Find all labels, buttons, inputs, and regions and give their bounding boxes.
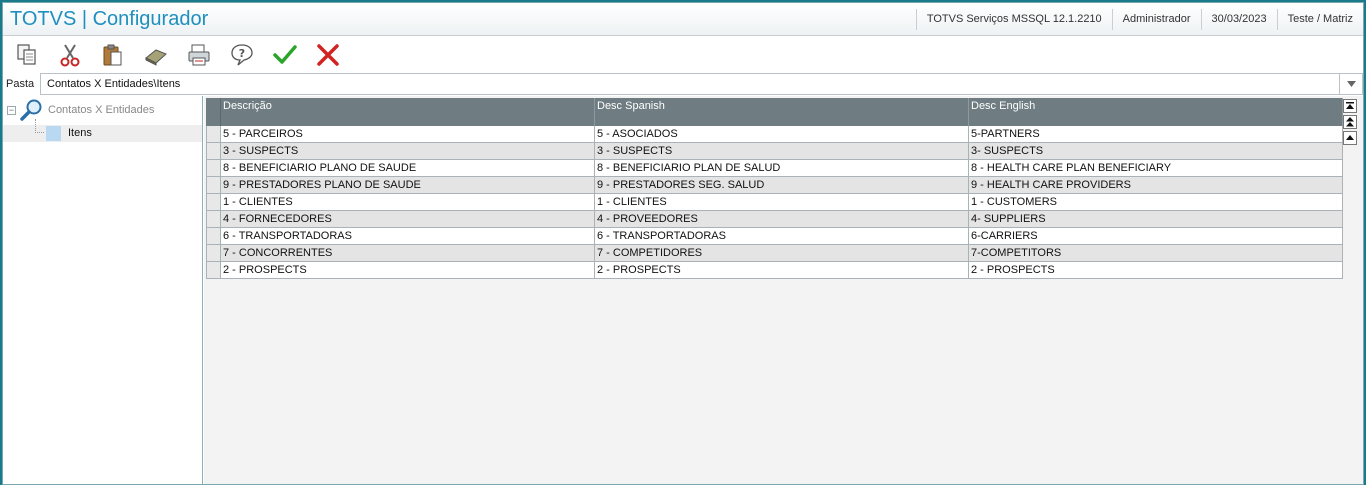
data-grid: Descrição Desc Spanish Desc English 5 - … bbox=[206, 98, 1343, 279]
cell-desc-english[interactable]: 5-PARTNERS bbox=[969, 126, 1343, 142]
table-row[interactable]: 9 - PRESTADORES PLANO DE SAUDE 9 - PREST… bbox=[206, 177, 1343, 194]
row-selector[interactable] bbox=[206, 143, 221, 159]
cell-descricao[interactable]: 6 - TRANSPORTADORAS bbox=[221, 228, 595, 244]
chevron-down-icon bbox=[1346, 81, 1356, 87]
table-row[interactable]: 8 - BENEFICIARIO PLANO DE SAUDE 8 - BENE… bbox=[206, 160, 1343, 177]
cell-desc-spanish[interactable]: 3 - SUSPECTS bbox=[595, 143, 969, 159]
cell-desc-spanish[interactable]: 7 - COMPETIDORES bbox=[595, 245, 969, 261]
column-header-desc-english[interactable]: Desc English bbox=[969, 98, 1343, 126]
double-arrow-up-icon bbox=[1346, 117, 1354, 127]
app-window: TOTVS | Configurador TOTVS Serviços MSSQ… bbox=[2, 2, 1364, 485]
column-header-descricao[interactable]: Descrição bbox=[221, 98, 595, 126]
cell-descricao[interactable]: 3 - SUSPECTS bbox=[221, 143, 595, 159]
cell-desc-spanish[interactable]: 8 - BENEFICIARIO PLAN DE SALUD bbox=[595, 160, 969, 176]
row-selector[interactable] bbox=[206, 126, 221, 142]
cell-desc-english[interactable]: 2 - PROSPECTS bbox=[969, 262, 1343, 278]
print-button[interactable] bbox=[181, 39, 217, 71]
paste-icon bbox=[103, 44, 122, 66]
row-selector[interactable] bbox=[206, 211, 221, 227]
tree-connector bbox=[35, 119, 44, 133]
app-title: TOTVS | Configurador bbox=[10, 7, 209, 30]
tree-item-label: Itens bbox=[68, 127, 92, 139]
cancel-icon bbox=[317, 44, 339, 66]
eraser-icon bbox=[145, 49, 167, 66]
row-selector[interactable] bbox=[206, 262, 221, 278]
cut-icon bbox=[60, 44, 80, 67]
table-icon bbox=[46, 126, 61, 141]
cell-descricao[interactable]: 7 - CONCORRENTES bbox=[221, 245, 595, 261]
search-icon bbox=[20, 99, 42, 121]
title-bar: TOTVS | Configurador TOTVS Serviços MSSQ… bbox=[3, 3, 1363, 36]
cell-desc-english[interactable]: 3- SUSPECTS bbox=[969, 143, 1343, 159]
cell-desc-english[interactable]: 6-CARRIERS bbox=[969, 228, 1343, 244]
confirm-icon bbox=[273, 45, 297, 64]
scroll-top-button[interactable] bbox=[1343, 99, 1357, 113]
cell-desc-spanish[interactable]: 6 - TRANSPORTADORAS bbox=[595, 228, 969, 244]
grid-scroll-controls bbox=[1343, 99, 1357, 147]
cell-descricao[interactable]: 1 - CLIENTES bbox=[221, 194, 595, 210]
copy-button[interactable] bbox=[9, 39, 45, 71]
arrow-up-icon bbox=[1346, 135, 1354, 140]
row-selector[interactable] bbox=[206, 194, 221, 210]
table-row[interactable]: 3 - SUSPECTS 3 - SUSPECTS 3- SUSPECTS bbox=[206, 143, 1343, 160]
copy-icon bbox=[17, 44, 36, 65]
cell-descricao[interactable]: 5 - PARCEIROS bbox=[221, 126, 595, 142]
cell-desc-english[interactable]: 4- SUPPLIERS bbox=[969, 211, 1343, 227]
column-header-desc-spanish[interactable]: Desc Spanish bbox=[595, 98, 969, 126]
folder-dropdown-button[interactable] bbox=[1339, 73, 1363, 95]
cut-button[interactable] bbox=[52, 39, 88, 71]
row-selector[interactable] bbox=[206, 160, 221, 176]
cell-desc-english[interactable]: 7-COMPETITORS bbox=[969, 245, 1343, 261]
folder-tree: − Contatos X Entidades Itens bbox=[3, 96, 203, 484]
cell-desc-spanish[interactable]: 9 - PRESTADORES SEG. SALUD bbox=[595, 177, 969, 193]
row-selector[interactable] bbox=[206, 177, 221, 193]
cell-desc-spanish[interactable]: 5 - ASOCIADOS bbox=[595, 126, 969, 142]
tree-root-label: Contatos X Entidades bbox=[48, 104, 155, 116]
folder-label: Pasta bbox=[6, 78, 35, 90]
cell-desc-spanish[interactable]: 1 - CLIENTES bbox=[595, 194, 969, 210]
cancel-button[interactable] bbox=[310, 39, 346, 71]
collapse-icon[interactable]: − bbox=[7, 105, 16, 115]
cell-descricao[interactable]: 4 - FORNECEDORES bbox=[221, 211, 595, 227]
company-info: Teste / Matriz bbox=[1276, 8, 1363, 30]
row-selector[interactable] bbox=[206, 245, 221, 261]
table-row[interactable]: 4 - FORNECEDORES 4 - PROVEEDORES 4- SUPP… bbox=[206, 211, 1343, 228]
arrow-top-icon bbox=[1346, 102, 1354, 109]
help-icon: ? bbox=[231, 44, 253, 66]
environment-info: TOTVS Serviços MSSQL 12.1.2210 bbox=[915, 8, 1112, 30]
folder-bar: Pasta Contatos X Entidades\Itens bbox=[3, 73, 1363, 95]
cell-desc-spanish[interactable]: 4 - PROVEEDORES bbox=[595, 211, 969, 227]
grid-header: Descrição Desc Spanish Desc English bbox=[206, 98, 1343, 126]
tree-root-item[interactable]: − Contatos X Entidades bbox=[7, 98, 154, 122]
toolbar: ? bbox=[3, 37, 1363, 73]
confirm-button[interactable] bbox=[267, 39, 303, 71]
table-row[interactable]: 5 - PARCEIROS 5 - ASOCIADOS 5-PARTNERS bbox=[206, 126, 1343, 143]
eraser-button[interactable] bbox=[138, 39, 174, 71]
svg-text:?: ? bbox=[239, 47, 245, 60]
cell-desc-english[interactable]: 8 - HEALTH CARE PLAN BENEFICIARY bbox=[969, 160, 1343, 176]
cell-descricao[interactable]: 2 - PROSPECTS bbox=[221, 262, 595, 278]
row-selector[interactable] bbox=[206, 228, 221, 244]
table-row[interactable]: 7 - CONCORRENTES 7 - COMPETIDORES 7-COMP… bbox=[206, 245, 1343, 262]
grid-panel: Descrição Desc Spanish Desc English 5 - … bbox=[204, 96, 1363, 484]
folder-select[interactable]: Contatos X Entidades\Itens bbox=[40, 73, 1339, 95]
scroll-page-up-button[interactable] bbox=[1343, 115, 1357, 129]
table-row[interactable]: 2 - PROSPECTS 2 - PROSPECTS 2 - PROSPECT… bbox=[206, 262, 1343, 279]
tree-item-itens[interactable]: Itens bbox=[3, 119, 202, 142]
table-row[interactable]: 1 - CLIENTES 1 - CLIENTES 1 - CUSTOMERS bbox=[206, 194, 1343, 211]
user-info: Administrador bbox=[1111, 8, 1201, 30]
date-info: 30/03/2023 bbox=[1200, 8, 1277, 30]
help-button[interactable]: ? bbox=[224, 39, 260, 71]
cell-descricao[interactable]: 8 - BENEFICIARIO PLANO DE SAUDE bbox=[221, 160, 595, 176]
print-icon bbox=[188, 44, 210, 66]
cell-descricao[interactable]: 9 - PRESTADORES PLANO DE SAUDE bbox=[221, 177, 595, 193]
paste-button[interactable] bbox=[95, 39, 131, 71]
scroll-up-button[interactable] bbox=[1343, 131, 1357, 145]
cell-desc-spanish[interactable]: 2 - PROSPECTS bbox=[595, 262, 969, 278]
header-row-selector bbox=[206, 98, 221, 126]
table-row[interactable]: 6 - TRANSPORTADORAS 6 - TRANSPORTADORAS … bbox=[206, 228, 1343, 245]
folder-select-value: Contatos X Entidades\Itens bbox=[47, 78, 181, 90]
cell-desc-english[interactable]: 1 - CUSTOMERS bbox=[969, 194, 1343, 210]
cell-desc-english[interactable]: 9 - HEALTH CARE PROVIDERS bbox=[969, 177, 1343, 193]
